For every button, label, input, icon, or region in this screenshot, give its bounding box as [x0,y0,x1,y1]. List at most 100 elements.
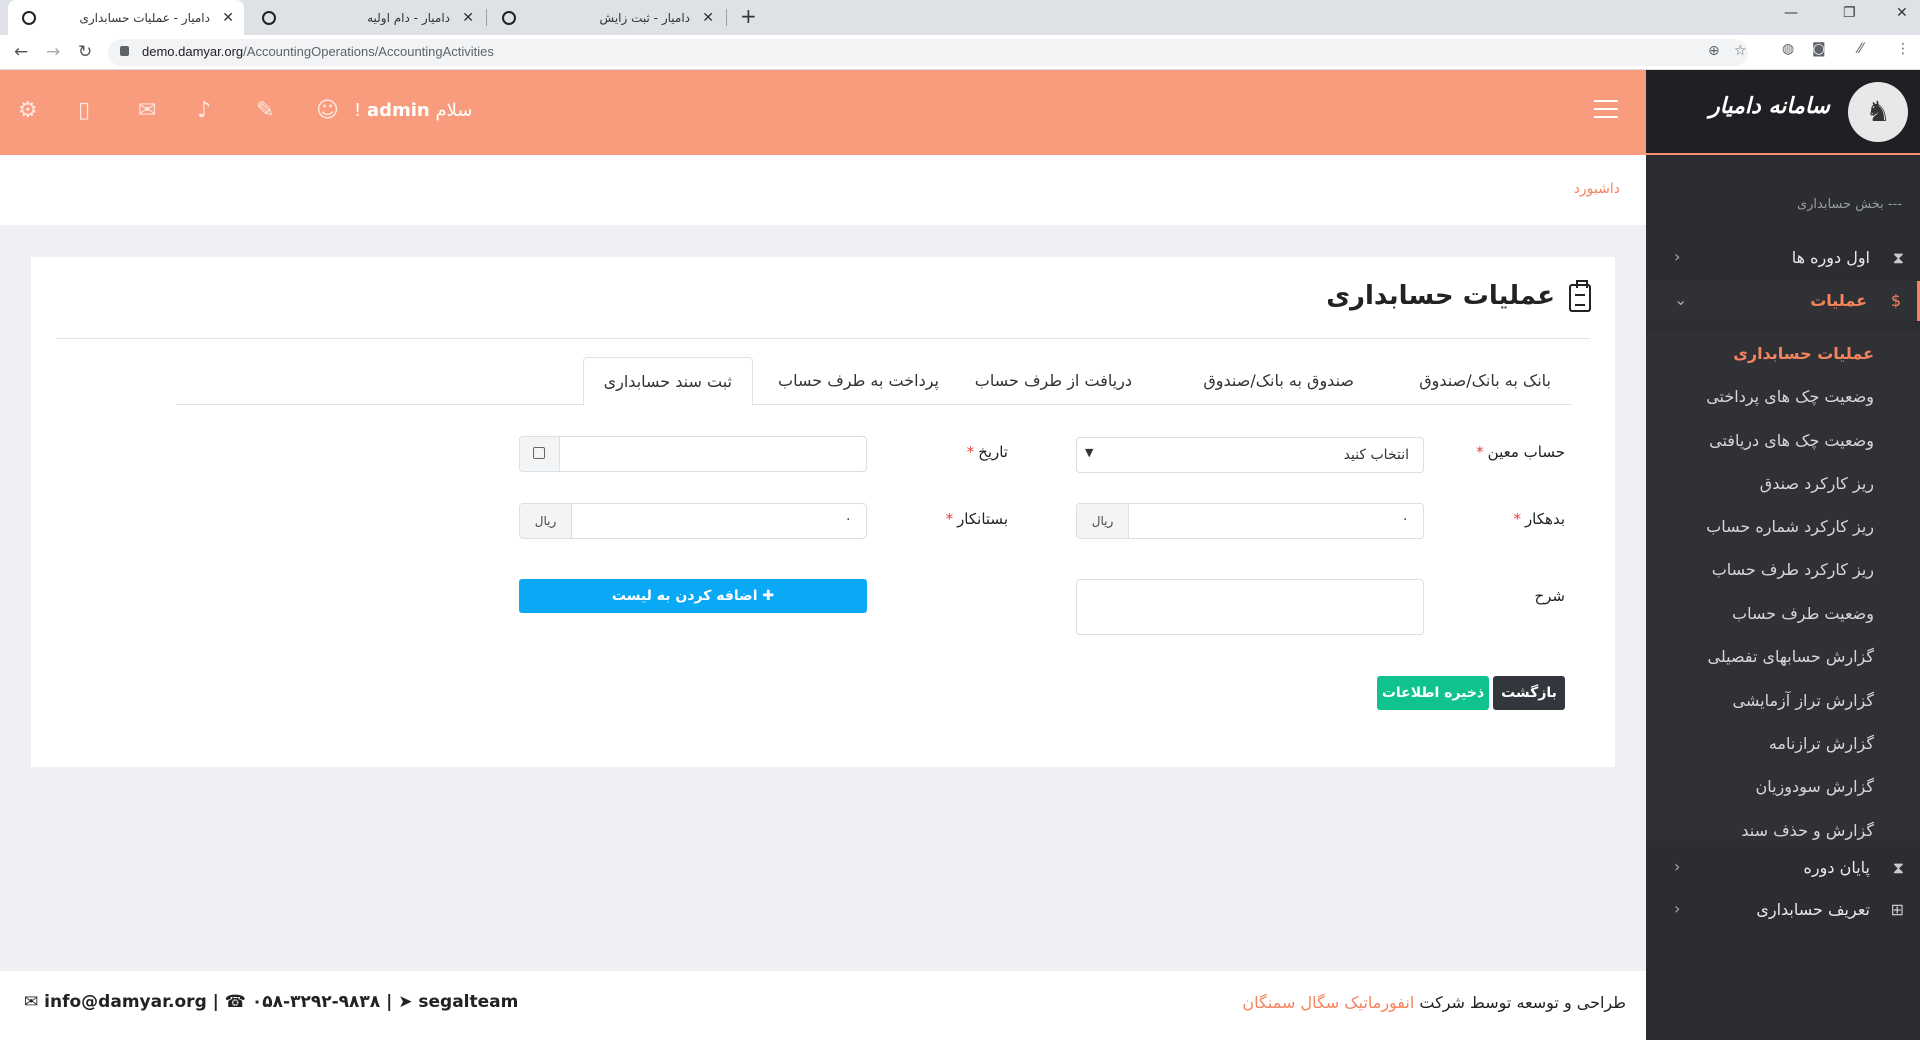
brand-name: سامانه دامیار [1709,94,1830,119]
calendar-addon[interactable] [520,437,560,471]
edit-icon[interactable]: ✎ [256,98,274,123]
description-textarea[interactable] [1076,579,1424,635]
browser-tab-bar: دامیار - عملیات حسابداری ✕ دامیار - دام … [0,0,1920,35]
submenu-cash-detail[interactable]: ریز کارکرد صندق [1760,474,1874,493]
tab-receive-from-party[interactable]: دریافت از طرف حساب [955,357,1152,405]
site-favicon-icon [22,10,36,25]
chevron-left-icon: ‹ [1674,899,1681,918]
date-field[interactable] [519,436,867,472]
back-button[interactable]: بازگشت [1493,676,1565,710]
brand-header: ♞ سامانه دامیار [1646,70,1920,155]
sidebar-item-label: اول دوره ها [1791,248,1870,267]
close-tab-icon[interactable]: ✕ [222,10,234,26]
footer-sep: | [386,992,393,1012]
bell-icon[interactable]: ♪ [197,98,211,123]
debtor-input[interactable]: ۰ ریال [1076,503,1424,539]
browser-tab-title: دامیار - دام اولیه [367,10,450,25]
browser-menu-icon[interactable]: ⋮ [1896,41,1910,57]
forward-arrow-icon[interactable]: → [46,42,60,62]
footer-telegram[interactable]: segalteam [418,992,518,1012]
submenu-balance-sheet-report[interactable]: گزارش ترازنامه [1769,734,1874,753]
browser-address-bar: ← → ↻ demo.damyar.org/AccountingOperatio… [0,35,1920,70]
translate-extension-icon[interactable]: ◍ [1782,41,1794,57]
maximize-icon[interactable]: ❐ [1843,5,1856,21]
tab-bank-to-bank[interactable]: بانک به بانک/صندوق [1399,357,1571,405]
footer-credit: طراحی و توسعه توسط شرکت انفورماتیک سگال … [1242,993,1626,1012]
sidebar-item-operations[interactable]: $ عملیات ⌄ [1646,281,1920,321]
submenu-account-detail[interactable]: ریز کارکرد شماره حساب [1706,517,1874,536]
minimize-icon[interactable]: — [1784,5,1798,21]
debtor-label: بدهکار* [1513,510,1565,528]
camera-extension-icon[interactable]: ◙ [1812,41,1826,57]
submenu-accounting-operations[interactable]: عملیات حسابداری [1733,344,1874,363]
envelope-icon: ✉ [24,992,39,1012]
creditor-input[interactable]: ۰ ریال [519,503,867,539]
greeting-prefix: سلام [435,100,473,121]
extension-icon[interactable]: ⁄⁄ [1858,41,1863,57]
sidebar-item-label: پایان دوره [1803,858,1870,877]
submenu-paid-cheques[interactable]: وضعیت چک های پرداختی [1706,387,1874,406]
account-select[interactable]: انتخاب کنید ▼ [1076,437,1424,473]
gear-icon[interactable]: ⚙ [18,98,38,123]
breadcrumb-dashboard[interactable]: داشبورد [1574,181,1620,197]
add-to-list-button[interactable]: ✚ اضافه کردن به لیست [519,579,867,613]
hamburger-menu-icon[interactable] [1594,100,1618,118]
close-tab-icon[interactable]: ✕ [702,10,714,26]
sidebar-item-accounting-definitions[interactable]: ⊞ تعریف حسابداری ‹ [1646,890,1920,930]
close-window-icon[interactable]: ✕ [1896,5,1908,21]
tab-separator [726,9,727,26]
sidebar: ♞ سامانه دامیار --- بخش حسابداری ⧗ اول د… [1646,70,1920,1040]
bookmark-star-icon[interactable]: ☆ [1734,43,1747,59]
lock-icon [120,46,129,56]
new-tab-icon[interactable]: + [740,4,757,28]
footer-sep: | [212,992,219,1012]
user-icon[interactable]: ☺ [316,98,339,123]
footer-email[interactable]: info@damyar.org [44,992,207,1012]
submenu-party-status[interactable]: وضعیت طرف حساب [1732,604,1874,623]
browser-tab-livestock[interactable]: دامیار - دام اولیه ✕ [248,0,484,35]
currency-addon: ریال [520,504,572,538]
tab-cash-to-bank[interactable]: صندوق به بانک/صندوق [1183,357,1374,405]
close-tab-icon[interactable]: ✕ [462,10,474,26]
sidebar-section-title: --- بخش حسابداری [1796,197,1902,212]
chevron-down-icon: ⌄ [1674,290,1688,309]
footer-phone: ۰۵۸-۳۲۹۲-۹۸۳۸ [251,992,381,1012]
caret-down-icon: ▼ [1085,446,1094,459]
tab-register-voucher[interactable]: ثبت سند حسابداری [582,357,753,406]
operation-tabs: بانک به بانک/صندوق صندوق به بانک/صندوق د… [176,357,1571,406]
book-icon[interactable]: ▯ [78,98,90,123]
sidebar-item-label: تعریف حسابداری [1756,900,1870,919]
site-favicon-icon [502,10,516,25]
submenu-party-detail[interactable]: ریز کارکرد طرف حساب [1712,560,1874,579]
currency-addon: ریال [1077,504,1129,538]
sidebar-item-period-end[interactable]: ⧗ پایان دوره ‹ [1646,848,1920,888]
url-field[interactable]: demo.damyar.org/AccountingOperations/Acc… [108,39,1748,66]
brand-logo-icon: ♞ [1848,82,1908,142]
zoom-icon[interactable]: ⊕ [1708,43,1720,59]
tab-separator [486,9,487,26]
submenu-trial-balance-report[interactable]: گزارش تراز آزمایشی [1733,691,1874,710]
sidebar-item-label: عملیات [1810,291,1867,310]
accounting-card: عملیات حسابداری بانک به بانک/صندوق صندوق… [31,257,1615,767]
submenu-profit-loss-report[interactable]: گزارش سودوزیان [1755,777,1874,796]
mail-icon[interactable]: ✉ [138,98,156,123]
browser-tab-birth[interactable]: دامیار - ثبت زایش ✕ [488,0,724,35]
submenu-detailed-accounts-report[interactable]: گزارش حسابهای تفصیلی [1708,647,1874,666]
submenu-received-cheques[interactable]: وضعیت چک های دریافتی [1709,431,1874,450]
url-text: demo.damyar.org/AccountingOperations/Acc… [142,44,494,59]
company-link[interactable]: انفورماتیک سگال سمنگان [1242,993,1414,1012]
date-label: تاریخ* [966,443,1008,461]
greeting-sep: ! [354,100,362,121]
tab-pay-to-party[interactable]: پرداخت به طرف حساب [758,357,959,405]
sidebar-item-opening-periods[interactable]: ⧗ اول دوره ها ‹ [1646,238,1920,278]
plus-square-icon: ⊞ [1890,900,1904,919]
phone-user-icon: ☎ [224,992,246,1012]
save-button[interactable]: ذخیره اطلاعات [1377,676,1489,710]
plus-icon: ✚ [757,588,775,604]
submenu-voucher-report-delete[interactable]: گزارش و حذف سند [1741,821,1874,840]
back-arrow-icon[interactable]: ← [14,42,28,62]
creditor-value: ۰ [844,511,852,527]
user-greeting[interactable]: سلام admin ! [354,100,472,121]
reload-icon[interactable]: ↻ [78,42,92,62]
browser-tab-accounting[interactable]: دامیار - عملیات حسابداری ✕ [8,0,244,35]
